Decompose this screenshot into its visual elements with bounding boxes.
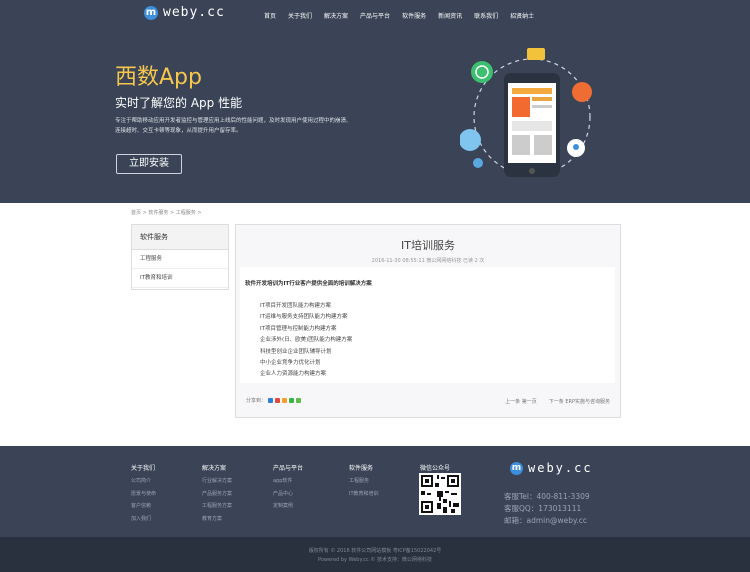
footer-col-solutions: 解决方案 行业解决方案 产品服务方案 工程服务方案 教育方案 [202,463,232,527]
hero-desc-line: 连接超时、交互卡顿等现象，从而提升用户留存率。 [115,128,242,134]
footer-col-title: 微信公众号 [420,465,451,472]
list-item: 科技型创业企业团队辅导计划 [260,348,332,355]
article-list: IT项目开发团队能力构建方案 IT运维与服务支持团队能力构建方案 IT项目管理与… [260,301,352,381]
footer-link[interactable]: app软件 [273,477,303,484]
article-lead: 软件开发培训为IT行业客户提供全面的培训解决方案 [245,281,372,287]
site-footer: 关于我们 公司简介 愿景与使命 客户信赖 加入我们 解决方案 行业解决方案 产品… [0,446,750,537]
list-item: IT项目管理与控制能力构建方案 [260,325,337,332]
sidebar-item-engineering[interactable]: 工程服务 [132,250,228,269]
nav-item-home[interactable]: 首页 [264,11,276,20]
nav-item-news[interactable]: 新闻资讯 [438,11,462,20]
install-button[interactable]: 立即安装 [116,154,182,174]
share-more-icon[interactable] [296,398,302,403]
nav-item-about[interactable]: 关于我们 [288,11,312,20]
share-qzone-icon[interactable] [268,398,274,403]
list-item: 企业人力资源能力构建方案 [260,371,327,378]
hero-description: 专注于帮助移动应用开发者监控与管理应用上线后的性能问题，及时发现用户使用过程中的… [115,116,385,136]
footer-link[interactable]: 愿景与使命 [131,490,156,497]
main-nav: 首页 关于我们 解决方案 产品与平台 软件服务 新闻资讯 联系我们 招贤纳士 [264,11,546,20]
footer-link[interactable]: 产品服务方案 [202,490,232,497]
footer-link[interactable]: 客户信赖 [131,502,156,509]
footer-col-about: 关于我们 公司简介 愿景与使命 客户信赖 加入我们 [131,463,156,527]
footer-col-services: 软件服务 工程服务 IT教育和培训 [349,463,379,502]
logo-mark-icon: m [510,461,523,475]
article-body: 软件开发培训为IT行业客户提供全面的培训解决方案 IT项目开发团队能力构建方案 … [240,267,615,383]
site-logo[interactable]: m weby.cc [144,5,225,20]
logo-mark-icon: m [144,5,158,20]
copyright-line: 版权所有 © 2016 软件公司网站模板 粤ICP备15022042号 [308,548,442,554]
logo-text: weby.cc [163,5,225,20]
footer-col-title: 解决方案 [202,465,227,472]
footer-col-products: 产品与平台 app软件 产品中心 定制案例 [273,463,303,515]
copyright-bar: 版权所有 © 2016 软件公司网站模板 粤ICP备15022042号 Powe… [0,537,750,572]
wechat-qr-icon [419,473,461,515]
logo-text: weby.cc [528,461,593,475]
list-item: IT项目开发团队能力构建方案 [260,303,331,309]
app-monitoring-illustration [460,48,592,177]
nav-item-products[interactable]: 产品与平台 [360,11,390,20]
footer-col-title: 产品与平台 [273,465,304,472]
nav-item-contact[interactable]: 联系我们 [474,11,498,20]
prev-link[interactable]: 上一条 第一页 [505,399,537,405]
footer-link[interactable]: 产品中心 [273,490,303,497]
share-bar: 分享到： [246,397,302,404]
footer-link[interactable]: 加入我们 [131,515,156,522]
list-item: IT运维与服务支持团队能力构建方案 [260,314,348,321]
list-item: 企业涉外(日、欧美)团队能力构建方案 [260,337,353,344]
breadcrumb[interactable]: 首页 > 软件服务 > 工程服务 > [131,209,202,216]
hero-title: 西数App [115,65,202,90]
footer-link[interactable]: 定制案例 [273,502,303,509]
powered-by-line: Powered by Weby.cc © 技术支持：微公网络科技 [318,557,432,563]
footer-logo[interactable]: m weby.cc [510,461,593,475]
contact-qq: 客服QQ：173013111 [504,504,582,513]
share-label: 分享到： [246,398,267,404]
footer-col-title: 软件服务 [349,465,374,472]
article-panel: IT培训服务 2016-11-30 08:55:11 微公网网络科技 已读 2 … [235,224,621,418]
footer-col-title: 关于我们 [131,465,156,472]
sidebar-title: 软件服务 [132,225,228,250]
footer-link[interactable]: 教育方案 [202,515,232,522]
contact-info: 客服Tel：400-811-3309 客服QQ：173013111 邮箱：adm… [504,491,590,527]
share-wechat-icon[interactable] [289,398,295,403]
contact-email[interactable]: 邮箱：admin@weby.cc [504,515,590,527]
sidebar: 软件服务 工程服务 IT教育和培训 [131,224,229,290]
share-weibo-icon[interactable] [275,398,281,403]
footer-link[interactable]: IT教育和培训 [349,490,379,497]
list-item: 中小企业竞争力优化计划 [260,360,321,367]
nav-item-careers[interactable]: 招贤纳士 [510,11,534,20]
article-meta: 2016-11-30 08:55:11 微公网网络科技 已读 2 次 [371,258,485,264]
sidebar-item-training[interactable]: IT教育和培训 [132,269,228,288]
nav-item-solutions[interactable]: 解决方案 [324,11,348,20]
footer-link[interactable]: 公司简介 [131,477,156,484]
contact-tel: 客服Tel：400-811-3309 [504,492,590,501]
next-link[interactable]: 下一条 ERP实施与咨询服务 [549,399,610,405]
hero-desc-line: 专注于帮助移动应用开发者监控与管理应用上线后的性能问题，及时发现用户使用过程中的… [115,118,352,124]
article-title: IT培训服务 [401,239,455,252]
footer-link[interactable]: 工程服务 [349,477,379,484]
article-pager: 上一条 第一页 下一条 ERP实施与咨询服务 [505,398,610,405]
nav-item-services[interactable]: 软件服务 [402,11,426,20]
hero-subtitle: 实时了解您的 App 性能 [115,96,243,110]
share-rss-icon[interactable] [282,398,288,403]
footer-link[interactable]: 行业解决方案 [202,477,232,484]
footer-link[interactable]: 工程服务方案 [202,502,232,509]
hero-banner: m weby.cc 首页 关于我们 解决方案 产品与平台 软件服务 新闻资讯 联… [0,0,750,203]
